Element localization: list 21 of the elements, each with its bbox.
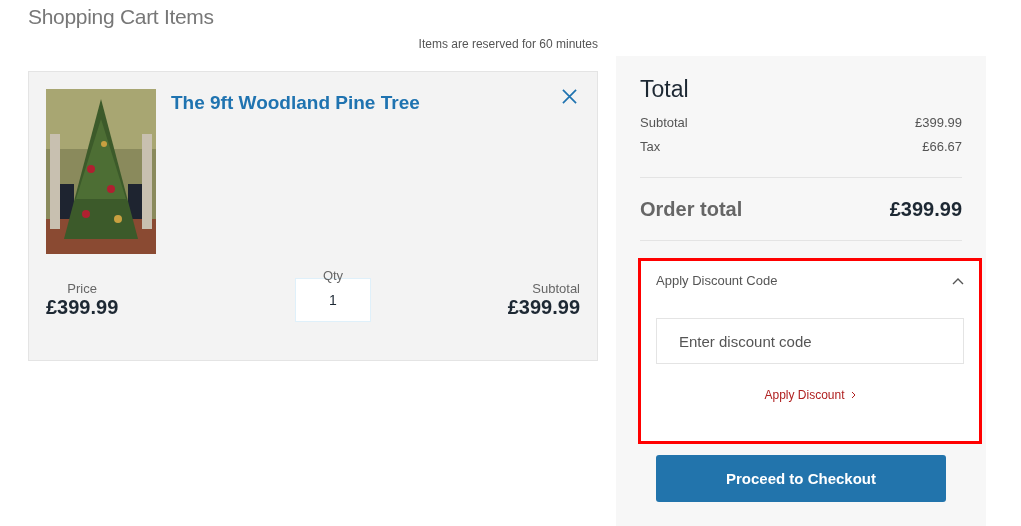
product-name-link[interactable]: The 9ft Woodland Pine Tree [171, 92, 562, 114]
close-icon[interactable] [562, 89, 577, 104]
subtotal-value: £399.99 [507, 296, 580, 319]
subtotal-label: Subtotal [532, 281, 580, 296]
checkout-button[interactable]: Proceed to Checkout [656, 455, 946, 502]
apply-discount-link[interactable]: Apply Discount [764, 388, 845, 402]
summary-label: Subtotal [640, 115, 688, 132]
summary-value: £399.99 [915, 115, 962, 132]
chevron-right-icon [850, 391, 856, 399]
page-title: Shopping Cart Items [28, 5, 215, 29]
order-total-label: Order total [640, 197, 743, 221]
discount-code-field[interactable]: Enter discount code [656, 318, 964, 364]
summary-title: Total [640, 76, 690, 103]
summary-label: Tax [640, 139, 661, 156]
price-label: Price [67, 281, 97, 296]
price-value: £399.99 [46, 296, 119, 319]
reservation-note: Items are reserved for 60 minutes [418, 37, 598, 51]
chevron-icon[interactable] [952, 276, 964, 285]
order-total-value: £399.99 [889, 197, 962, 221]
discount-title[interactable]: Apply Discount Code [656, 273, 778, 288]
summary-value: £66.67 [922, 139, 962, 156]
